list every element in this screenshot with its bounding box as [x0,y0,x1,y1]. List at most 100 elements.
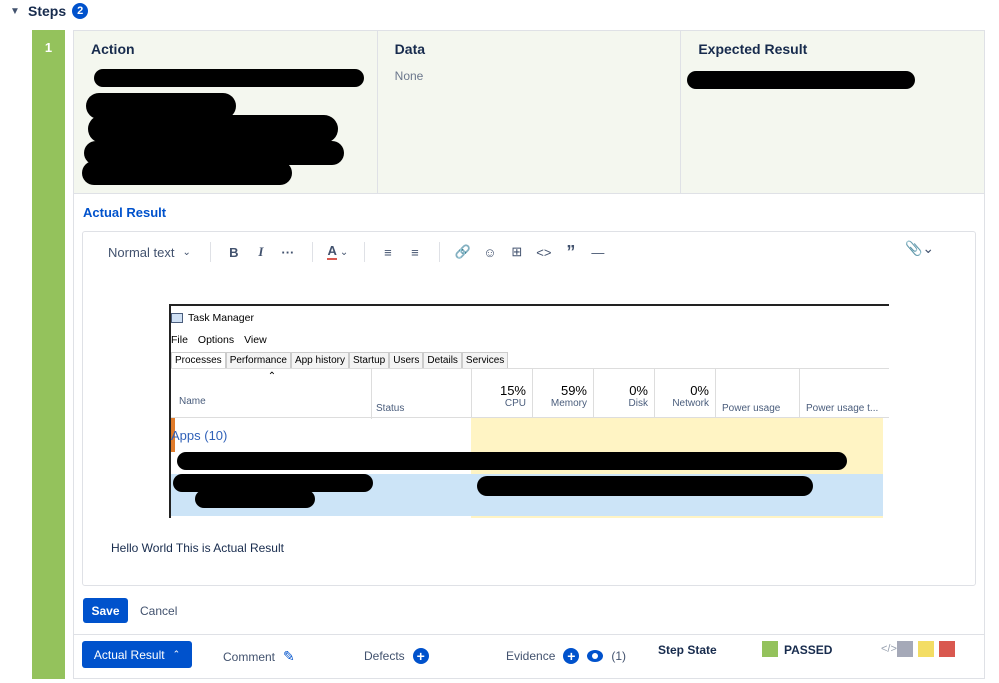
table-icon[interactable]: ⊞ [504,239,530,265]
code-icon[interactable]: <> [531,239,557,265]
actual-result-text[interactable]: Hello World This is Actual Result [111,541,284,555]
defects-label: Defects [364,649,405,663]
toolbar-divider [311,242,313,262]
tm-tab: Performance [225,352,291,368]
text-style-dropdown[interactable]: Normal text ⌄ [98,239,199,265]
actual-result-title: Actual Result [83,205,167,220]
step-number-bar: 1 [32,30,65,679]
actual-result-toggle-button[interactable]: Actual Result ⌃ [82,641,192,668]
tm-col-label: Status [376,403,405,414]
sort-arrow-icon: ⌃ [267,371,277,382]
tm-col-label: Memory [550,398,587,409]
tm-tab: Details [423,352,462,368]
evidence-label: Evidence [506,649,556,663]
tm-window-title: Task Manager [188,312,254,324]
data-column: Data None [378,31,682,193]
tm-col-label: Disk [628,398,648,409]
tm-col-status: Status [371,369,471,419]
attachment-icon[interactable]: 📎⌄ [905,240,934,257]
embedded-screenshot[interactable]: Task Manager File Options View Processes… [169,304,889,518]
tm-col-power: Power usage [715,369,799,419]
redaction-mark [94,69,364,87]
tm-menu-item: View [244,334,267,346]
state-option-gray[interactable] [897,641,913,657]
tm-col-pct: 15% [499,383,526,398]
evidence-count: (1) [611,649,627,663]
toolbar-divider [363,242,365,262]
redaction-mark [477,476,813,496]
divider-icon[interactable]: — [585,239,611,265]
tm-col-label: Power usage [722,403,781,414]
emoji-icon[interactable]: ☺ [477,239,503,265]
expected-result-header: Expected Result [698,41,808,57]
tm-col-label: CPU [504,398,526,409]
tm-tab: Processes [171,352,226,368]
save-button[interactable]: Save [83,598,128,623]
editor-toolbar: Normal text ⌄ B I ··· A ⌄ ≡ ≡ 🔗 ☺ ⊞ <> ”… [98,238,612,266]
bold-icon[interactable]: B [221,239,247,265]
redaction-mark [88,115,338,143]
toolbar-divider [209,242,211,262]
tm-col-label: Power usage t... [806,403,879,414]
defects-action[interactable]: Defects + [364,648,429,664]
add-evidence-icon[interactable]: + [563,648,580,664]
chevron-down-icon[interactable]: ▼ [10,6,22,17]
comment-label: Comment [223,649,276,664]
tm-col-label: Network [672,398,709,409]
text-color-icon[interactable]: A ⌄ [323,239,353,265]
step-state-label: Step State [658,643,717,657]
tm-tabs: Processes Performance App history Startu… [171,352,509,368]
tm-col-pct [806,383,885,399]
code-icon[interactable]: </> [881,643,897,655]
task-manager-icon [171,313,183,323]
tm-col-network: 0% Network [654,369,715,419]
cancel-button[interactable]: Cancel [134,598,183,623]
more-formatting-icon[interactable]: ··· [275,239,301,265]
tm-col-disk: 0% Disk [593,369,654,419]
numbered-list-icon[interactable]: ≡ [402,239,428,265]
data-header: Data [394,41,426,57]
state-option-red[interactable] [939,641,955,657]
tm-col-pct: 0% [629,383,648,398]
redaction-mark [82,161,292,185]
toolbar-divider [438,242,440,262]
link-icon[interactable]: 🔗 [450,239,476,265]
pencil-icon[interactable]: ✎ [283,648,295,665]
tm-col-power-trend: Power usage t... [799,369,889,419]
evidence-action[interactable]: Evidence + (1) [506,648,626,664]
tm-col-label: Name [179,396,206,407]
text-color-glyph: A [327,243,337,260]
steps-count-badge: 2 [72,3,89,19]
tm-col-pct [376,383,465,399]
tm-column-header: ⌃ Name Status 15% CPU 59% Memory 0% Disk… [171,368,889,419]
text-style-label: Normal text [108,244,175,260]
tm-menu-bar: File Options View [171,334,267,346]
tm-col-cpu: 15% CPU [471,369,532,419]
view-evidence-icon[interactable] [587,650,604,662]
chevron-down-icon: ⌄ [339,246,349,258]
tm-title-bar: Task Manager [171,312,254,324]
tm-col-pct: 59% [560,383,587,398]
quote-icon[interactable]: ” [558,239,584,265]
steps-section-header[interactable]: ▼ Steps 2 [10,2,89,20]
italic-icon[interactable]: I [248,239,274,265]
add-defect-icon[interactable]: + [412,648,429,664]
step-number: 1 [44,40,53,55]
expected-result-column: Expected Result [681,31,984,193]
tm-menu-item: Options [197,334,235,346]
tm-tab: Users [389,352,424,368]
bullet-list-icon[interactable]: ≡ [375,239,401,265]
tm-col-pct [722,383,793,399]
state-option-yellow[interactable] [918,641,934,657]
action-column: Action [74,31,378,193]
tm-tab: App history [290,352,349,368]
tm-col-pct: 0% [690,383,709,398]
tm-col-memory: 59% Memory [532,369,593,419]
actual-result-toggle-label: Actual Result [93,647,165,662]
tm-menu-item: File [171,334,188,346]
step-state-value: PASSED [784,643,833,657]
comment-action[interactable]: Comment ✎ [223,648,295,665]
tm-tab: Startup [348,352,390,368]
redaction-mark [687,71,916,89]
chevron-down-icon: ⌄ [182,246,191,258]
